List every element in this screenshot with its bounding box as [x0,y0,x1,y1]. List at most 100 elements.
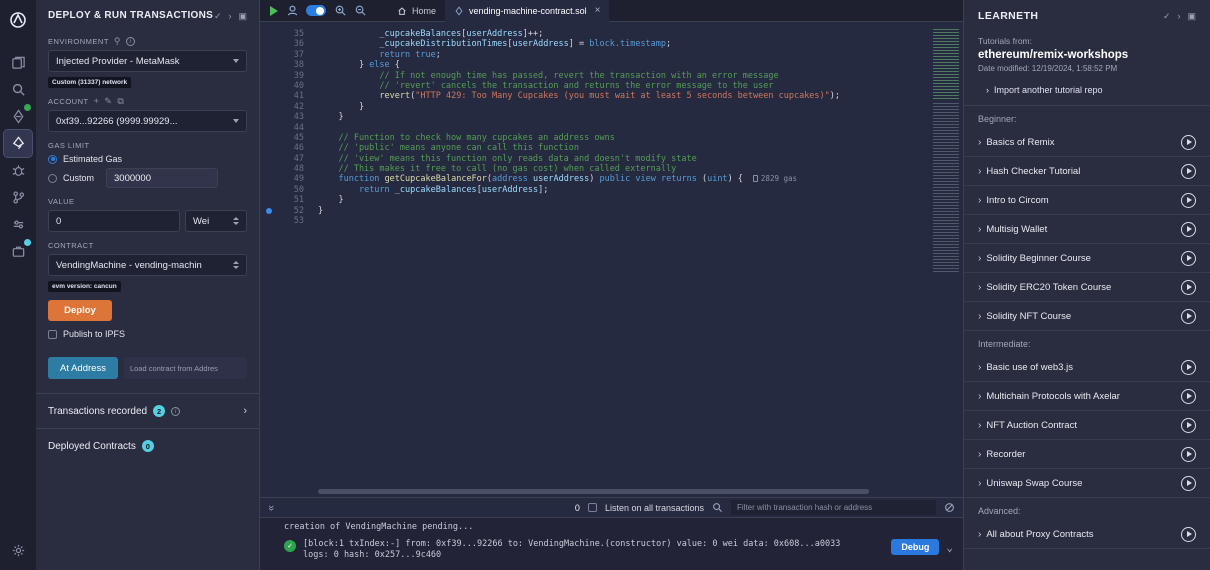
line-number[interactable]: 47 [260,154,318,164]
fork-state-icon[interactable]: ⚲ [114,37,121,46]
chevron-right-icon[interactable]: › [228,11,231,22]
line-number[interactable]: 35 [260,29,318,39]
play-tutorial-icon[interactable] [1181,447,1196,462]
pin-panel-icon[interactable]: ▣ [1187,11,1196,22]
tutorial-item[interactable]: ›Multichain Protocols with Axelar [964,382,1210,411]
zoom-in-icon[interactable] [334,4,347,17]
add-account-icon[interactable]: + [94,97,100,106]
play-tutorial-icon[interactable] [1181,193,1196,208]
play-tutorial-icon[interactable] [1181,418,1196,433]
tutorial-item[interactable]: ›Basic use of web3.js [964,353,1210,382]
play-tutorial-icon[interactable] [1181,360,1196,375]
tab-home[interactable]: Home [388,0,445,22]
publish-ipfs-checkbox[interactable] [48,330,57,339]
tutorial-item[interactable]: ›Intro to Circom [964,186,1210,215]
plugin-manager-icon[interactable] [4,211,32,238]
environment-select[interactable]: Injected Provider - MetaMask [48,50,247,72]
edit-icon[interactable]: ✎ [104,97,112,106]
tutorial-item[interactable]: ›Recorder [964,440,1210,469]
tutorial-item[interactable]: ›Solidity NFT Course [964,302,1210,331]
line-number[interactable]: 44 [260,123,318,133]
line-number[interactable]: 39 [260,71,318,81]
run-script-icon[interactable] [270,6,278,16]
deployed-contracts-row[interactable]: Deployed Contracts 0 [36,429,259,463]
play-tutorial-icon[interactable] [1181,222,1196,237]
minimap[interactable] [931,29,961,497]
tutorial-item[interactable]: ›Solidity ERC20 Token Course [964,273,1210,302]
line-number[interactable]: 36 [260,39,318,49]
play-tutorial-icon[interactable] [1181,164,1196,179]
line-number[interactable]: 45 [260,133,318,143]
at-address-input[interactable] [124,357,247,379]
close-tab-icon[interactable]: × [595,5,601,16]
settings-gear-icon[interactable] [4,537,32,564]
file-explorer-icon[interactable] [4,49,32,76]
at-address-button[interactable]: At Address [48,357,118,379]
chevron-right-icon[interactable]: › [1177,11,1180,22]
code-editor[interactable]: 35363738394041424344454647484950515253 _… [260,22,963,497]
search-icon[interactable] [712,502,723,513]
horizontal-scrollbar[interactable] [318,489,917,494]
play-tutorial-icon[interactable] [1181,135,1196,150]
line-number[interactable]: 43 [260,112,318,122]
workspace-plugin-icon[interactable] [4,238,32,265]
check-icon[interactable]: ✓ [214,11,222,22]
line-number[interactable]: 50 [260,185,318,195]
deploy-button[interactable]: Deploy [48,300,112,321]
tutorial-item[interactable]: ›Uniswap Swap Course [964,469,1210,498]
line-number[interactable]: 40 [260,81,318,91]
listen-transactions-checkbox[interactable] [588,503,597,512]
line-number[interactable]: 48 [260,164,318,174]
solidity-compiler-icon[interactable] [4,103,32,130]
pin-panel-icon[interactable]: ▣ [238,11,247,22]
play-tutorial-icon[interactable] [1181,251,1196,266]
line-number[interactable]: 53 [260,216,318,226]
breakpoint-dot[interactable] [266,208,272,214]
custom-gas-radio[interactable] [48,174,57,183]
estimated-gas-radio[interactable] [48,155,57,164]
expand-tx-icon[interactable]: ⌄ [946,541,953,554]
terminal-filter-input[interactable] [731,500,936,515]
line-number[interactable]: 49 [260,174,318,184]
tutorial-item[interactable]: ›Multisig Wallet [964,215,1210,244]
info-icon[interactable]: i [171,407,180,416]
value-input[interactable]: 0 [48,210,180,232]
tutorial-item[interactable]: ›All about Proxy Contracts [964,520,1210,549]
play-tutorial-icon[interactable] [1181,476,1196,491]
line-number[interactable]: 51 [260,195,318,205]
zoom-out-icon[interactable] [354,4,367,17]
tutorial-item[interactable]: ›Hash Checker Tutorial [964,157,1210,186]
check-icon[interactable]: ✓ [1163,11,1171,22]
copy-icon[interactable]: ⧉ [117,97,124,106]
custom-gas-input[interactable] [106,168,218,188]
line-number[interactable]: 42 [260,102,318,112]
contract-select[interactable]: VendingMachine - vending-machin [48,254,247,276]
tutorial-item[interactable]: ›NFT Auction Contract [964,411,1210,440]
tutorial-item[interactable]: ›Solidity Beginner Course [964,244,1210,273]
ai-copilot-toggle[interactable] [306,5,326,16]
value-unit-select[interactable]: Wei [185,210,247,232]
remix-ai-assistant-icon[interactable] [286,4,299,17]
source-control-icon[interactable] [4,184,32,211]
line-number[interactable]: 37 [260,50,318,60]
debug-button[interactable]: Debug [891,539,939,555]
info-icon[interactable]: i [126,37,135,46]
line-number[interactable]: 38 [260,60,318,70]
line-number[interactable]: 46 [260,143,318,153]
tutorial-item[interactable]: ›Basics of Remix [964,128,1210,157]
search-icon[interactable] [4,76,32,103]
debugger-icon[interactable] [4,157,32,184]
deploy-run-icon[interactable] [4,130,32,157]
tab-file[interactable]: vending-machine-contract.sol × [445,0,609,22]
line-number[interactable]: 41 [260,91,318,101]
play-tutorial-icon[interactable] [1181,309,1196,324]
transactions-recorded-row[interactable]: Transactions recorded 2 i › [36,394,259,428]
play-tutorial-icon[interactable] [1181,389,1196,404]
import-tutorial-repo-link[interactable]: › Import another tutorial repo [978,85,1196,95]
clear-console-icon[interactable] [944,502,955,513]
play-tutorial-icon[interactable] [1181,527,1196,542]
transaction-log-entry[interactable]: ✓ [block:1 txIndex:-] from: 0xf39...9226… [284,539,953,561]
account-select[interactable]: 0xf39...92266 (9999.99929... [48,110,247,132]
line-number[interactable]: 52 [260,206,318,216]
expand-terminal-icon[interactable]: » [265,504,277,510]
